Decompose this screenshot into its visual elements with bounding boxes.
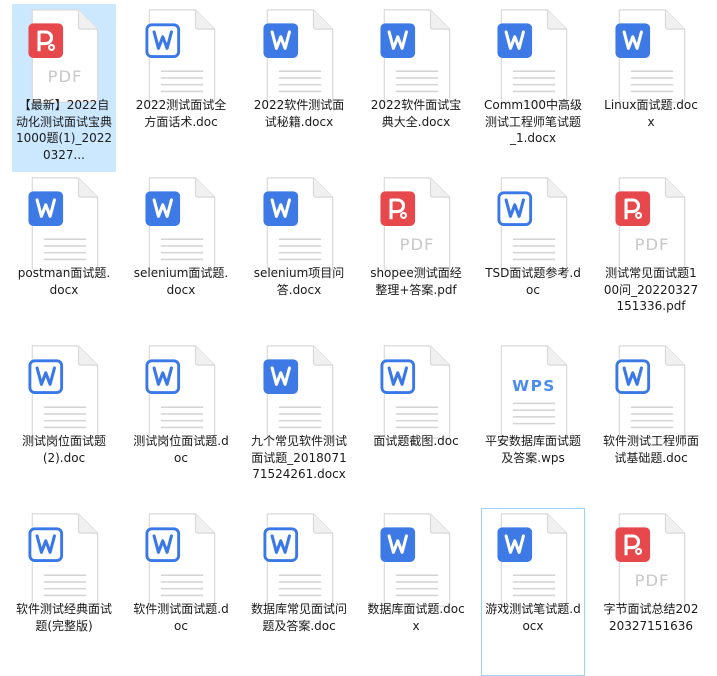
file-name: 测试常见面试题100问_20220327151336.pdf	[603, 266, 699, 313]
word-docx-icon	[24, 175, 106, 275]
word-docx-icon	[376, 7, 458, 107]
file-name: 字节面试总结20220327151636	[603, 602, 699, 633]
file-name: 游戏测试笔试题.docx	[485, 602, 581, 633]
file-item[interactable]: selenium项目问答.docx	[247, 172, 351, 340]
word-docx-icon	[611, 7, 693, 107]
svg-text:PDF: PDF	[635, 571, 670, 590]
file-name: 软件测试面试题.doc	[133, 602, 229, 633]
file-item[interactable]: 数据库面试题.docx	[364, 508, 468, 676]
word-docx-icon	[141, 175, 223, 275]
file-item[interactable]: 2022软件面试宝典大全.docx	[364, 4, 468, 172]
svg-text:PDF: PDF	[48, 67, 83, 86]
file-name: 2022软件测试面试秘籍.docx	[253, 98, 345, 129]
file-item[interactable]: 面试题截图.doc	[364, 340, 468, 508]
file-grid: PDF 【最新】2022自动化测试面试宝典1000题(1)_20220327...…	[0, 0, 717, 676]
word-doc-icon	[24, 511, 106, 611]
word-doc-icon	[259, 511, 341, 611]
word-docx-icon	[259, 175, 341, 275]
file-name: 数据库常见面试问题及答案.doc	[250, 602, 347, 633]
file-name: Comm100中高级测试工程师笔试题_1.docx	[484, 98, 583, 145]
file-name: 软件测试经典面试题(完整版)	[15, 602, 112, 633]
file-item[interactable]: 数据库常见面试问题及答案.doc	[247, 508, 351, 676]
file-item[interactable]: PDF shopee测试面经整理+答案.pdf	[364, 172, 468, 340]
word-doc-icon	[141, 343, 223, 443]
file-item[interactable]: Comm100中高级测试工程师笔试题_1.docx	[481, 4, 585, 172]
file-item[interactable]: 软件测试经典面试题(完整版)	[12, 508, 116, 676]
file-name: 2022测试面试全方面话术.doc	[135, 98, 227, 129]
file-name: selenium项目问答.docx	[253, 266, 345, 297]
word-docx-icon	[259, 343, 341, 443]
word-docx-icon	[259, 7, 341, 107]
file-item[interactable]: WPS 平安数据库面试题及答案.wps	[481, 340, 585, 508]
file-item[interactable]: 测试岗位面试题(2).doc	[12, 340, 116, 508]
file-name: 面试题截图.doc	[373, 434, 459, 448]
file-item[interactable]: TSD面试题参考.doc	[481, 172, 585, 340]
file-item[interactable]: 2022软件测试面试秘籍.docx	[247, 4, 351, 172]
file-item[interactable]: PDF 【最新】2022自动化测试面试宝典1000题(1)_20220327...	[12, 4, 116, 172]
file-name: postman面试题.docx	[17, 266, 111, 297]
pdf-file-icon: PDF	[611, 175, 693, 275]
file-item[interactable]: PDF 测试常见面试题100问_20220327151336.pdf	[599, 172, 703, 340]
word-doc-icon	[24, 343, 106, 443]
word-docx-icon	[376, 511, 458, 611]
word-doc-icon	[493, 175, 575, 275]
file-item[interactable]: 软件测试面试题.doc	[129, 508, 233, 676]
word-doc-icon	[141, 7, 223, 107]
pdf-file-icon: PDF	[611, 511, 693, 611]
svg-text:PDF: PDF	[400, 235, 435, 254]
file-name: 九个常见软件测试面试题_201807171524261.docx	[250, 434, 347, 481]
file-item[interactable]: postman面试题.docx	[12, 172, 116, 340]
file-name: 数据库面试题.docx	[367, 602, 465, 633]
file-name: Linux面试题.docx	[604, 98, 698, 129]
file-name: 平安数据库面试题及答案.wps	[484, 434, 581, 465]
word-doc-icon	[141, 511, 223, 611]
file-item[interactable]: 软件测试工程师面试基础题.doc	[599, 340, 703, 508]
file-name: TSD面试题参考.doc	[485, 266, 581, 297]
file-name: 2022软件面试宝典大全.docx	[370, 98, 462, 129]
wps-file-icon: WPS	[493, 343, 575, 443]
file-name: shopee测试面经整理+答案.pdf	[370, 266, 462, 297]
file-name: 测试岗位面试题.doc	[133, 434, 229, 465]
file-item[interactable]: 2022测试面试全方面话术.doc	[129, 4, 233, 172]
file-name: 测试岗位面试题(2).doc	[21, 434, 106, 465]
file-item[interactable]: PDF 字节面试总结20220327151636	[599, 508, 703, 676]
word-docx-icon	[493, 511, 575, 611]
file-name: 软件测试工程师面试基础题.doc	[602, 434, 699, 465]
word-docx-icon	[493, 7, 575, 107]
file-item[interactable]: 游戏测试笔试题.docx	[481, 508, 585, 676]
file-item[interactable]: Linux面试题.docx	[599, 4, 703, 172]
svg-text:WPS: WPS	[512, 377, 556, 395]
word-doc-icon	[376, 343, 458, 443]
file-item[interactable]: selenium面试题.docx	[129, 172, 233, 340]
file-name: selenium面试题.docx	[133, 266, 229, 297]
file-item[interactable]: 九个常见软件测试面试题_201807171524261.docx	[247, 340, 351, 508]
file-item[interactable]: 测试岗位面试题.doc	[129, 340, 233, 508]
word-doc-icon	[611, 343, 693, 443]
file-name: 【最新】2022自动化测试面试宝典1000题(1)_20220327...	[15, 98, 113, 162]
pdf-file-icon: PDF	[24, 7, 106, 107]
pdf-file-icon: PDF	[376, 175, 458, 275]
svg-text:PDF: PDF	[635, 235, 670, 254]
